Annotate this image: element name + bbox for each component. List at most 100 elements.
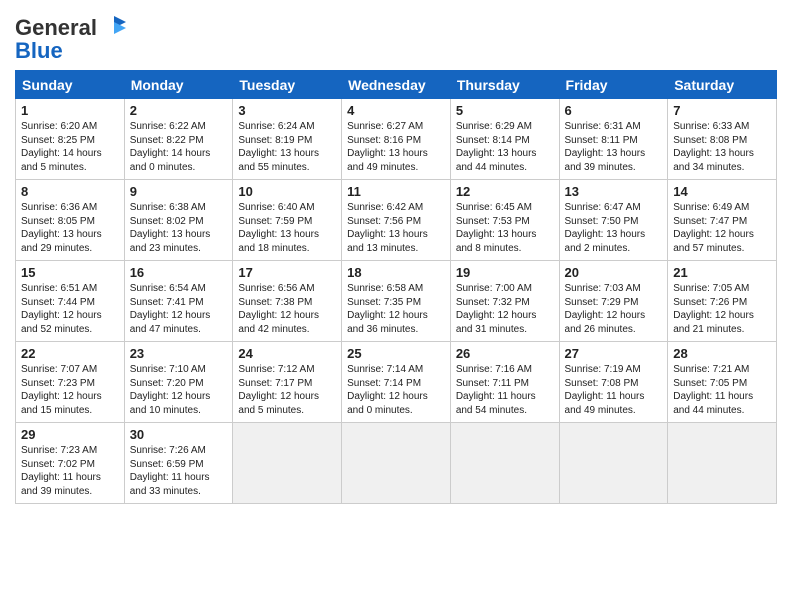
calendar-cell: 16Sunrise: 6:54 AMSunset: 7:41 PMDayligh… — [124, 261, 233, 342]
day-number: 19 — [456, 265, 554, 280]
day-info: Sunrise: 6:33 AMSunset: 8:08 PMDaylight:… — [673, 120, 771, 174]
day-number: 24 — [238, 346, 336, 361]
day-number: 1 — [21, 103, 119, 118]
calendar-cell — [233, 423, 342, 504]
day-info: Sunrise: 7:19 AMSunset: 7:08 PMDaylight:… — [565, 363, 663, 417]
calendar-cell: 5 Sunrise: 6:29 AMSunset: 8:14 PMDaylight… — [450, 99, 559, 180]
day-info: Sunrise: 6:47 AMSunset: 7:50 PMDaylight:… — [565, 201, 663, 255]
calendar-cell: 10Sunrise: 6:40 AMSunset: 7:59 PMDayligh… — [233, 180, 342, 261]
calendar-cell: 28 Sunrise: 7:21 AMSunset: 7:05 PMDayligh… — [668, 342, 777, 423]
calendar-cell: 27Sunrise: 7:19 AMSunset: 7:08 PMDayligh… — [559, 342, 668, 423]
calendar-cell: 15Sunrise: 6:51 AMSunset: 7:44 PMDayligh… — [16, 261, 125, 342]
day-number: 8 — [21, 184, 119, 199]
day-number: 9 — [130, 184, 228, 199]
day-info: Sunrise: 6:42 AMSunset: 7:56 PMDaylight:… — [347, 201, 445, 255]
weekday-header-friday: Friday — [559, 71, 668, 99]
day-number: 30 — [130, 427, 228, 442]
day-number: 26 — [456, 346, 554, 361]
day-number: 6 — [565, 103, 663, 118]
calendar-cell: 2 Sunrise: 6:22 AMSunset: 8:22 PMDaylight… — [124, 99, 233, 180]
day-info: Sunrise: 6:29 AMSunset: 8:14 PMDaylight:… — [456, 120, 554, 174]
day-info: Sunrise: 6:56 AMSunset: 7:38 PMDaylight:… — [238, 282, 336, 336]
calendar-cell: 30 Sunrise: 7:26 AMSunset: 6:59 PMDayligh… — [124, 423, 233, 504]
day-info: Sunrise: 7:00 AMSunset: 7:32 PMDaylight:… — [456, 282, 554, 336]
day-info: Sunrise: 7:14 AMSunset: 7:14 PMDaylight:… — [347, 363, 445, 417]
day-info: Sunrise: 6:24 AMSunset: 8:19 PMDaylight:… — [238, 120, 336, 174]
day-info: Sunrise: 6:38 AMSunset: 8:02 PMDaylight:… — [130, 201, 228, 255]
day-info: Sunrise: 6:36 AMSunset: 8:05 PMDaylight:… — [21, 201, 119, 255]
calendar-cell: 18 Sunrise: 6:58 AMSunset: 7:35 PMDayligh… — [342, 261, 451, 342]
calendar-week-3: 15Sunrise: 6:51 AMSunset: 7:44 PMDayligh… — [16, 261, 777, 342]
day-number: 29 — [21, 427, 119, 442]
calendar-cell — [559, 423, 668, 504]
calendar-cell: 13Sunrise: 6:47 AMSunset: 7:50 PMDayligh… — [559, 180, 668, 261]
calendar-week-1: 1 Sunrise: 6:20 AMSunset: 8:25 PMDaylight… — [16, 99, 777, 180]
day-number: 17 — [238, 265, 336, 280]
logo-flag-icon — [100, 14, 128, 42]
calendar-cell: 9 Sunrise: 6:38 AMSunset: 8:02 PMDaylight… — [124, 180, 233, 261]
day-info: Sunrise: 6:58 AMSunset: 7:35 PMDaylight:… — [347, 282, 445, 336]
calendar-table: SundayMondayTuesdayWednesdayThursdayFrid… — [15, 70, 777, 504]
calendar-cell: 29 Sunrise: 7:23 AMSunset: 7:02 PMDayligh… — [16, 423, 125, 504]
day-info: Sunrise: 6:54 AMSunset: 7:41 PMDaylight:… — [130, 282, 228, 336]
day-number: 10 — [238, 184, 336, 199]
day-info: Sunrise: 6:49 AMSunset: 7:47 PMDaylight:… — [673, 201, 771, 255]
day-info: Sunrise: 7:16 AMSunset: 7:11 PMDaylight:… — [456, 363, 554, 417]
calendar-cell: 17 Sunrise: 6:56 AMSunset: 7:38 PMDayligh… — [233, 261, 342, 342]
day-info: Sunrise: 6:20 AMSunset: 8:25 PMDaylight:… — [21, 120, 119, 174]
calendar-cell: 7 Sunrise: 6:33 AMSunset: 8:08 PMDaylight… — [668, 99, 777, 180]
day-info: Sunrise: 7:12 AMSunset: 7:17 PMDaylight:… — [238, 363, 336, 417]
calendar-cell — [342, 423, 451, 504]
calendar-cell: 23 Sunrise: 7:10 AMSunset: 7:20 PMDayligh… — [124, 342, 233, 423]
calendar-week-2: 8 Sunrise: 6:36 AMSunset: 8:05 PMDaylight… — [16, 180, 777, 261]
day-number: 20 — [565, 265, 663, 280]
day-number: 28 — [673, 346, 771, 361]
day-number: 7 — [673, 103, 771, 118]
calendar-cell — [450, 423, 559, 504]
weekday-header-tuesday: Tuesday — [233, 71, 342, 99]
day-info: Sunrise: 6:22 AMSunset: 8:22 PMDaylight:… — [130, 120, 228, 174]
day-info: Sunrise: 7:07 AMSunset: 7:23 PMDaylight:… — [21, 363, 119, 417]
day-info: Sunrise: 7:05 AMSunset: 7:26 PMDaylight:… — [673, 282, 771, 336]
weekday-header-saturday: Saturday — [668, 71, 777, 99]
logo: General Blue — [15, 14, 128, 64]
day-info: Sunrise: 7:10 AMSunset: 7:20 PMDaylight:… — [130, 363, 228, 417]
day-number: 4 — [347, 103, 445, 118]
calendar-cell: 21 Sunrise: 7:05 AMSunset: 7:26 PMDayligh… — [668, 261, 777, 342]
day-number: 2 — [130, 103, 228, 118]
calendar-cell: 4Sunrise: 6:27 AMSunset: 8:16 PMDaylight… — [342, 99, 451, 180]
day-number: 23 — [130, 346, 228, 361]
page-header: General Blue — [15, 10, 777, 64]
weekday-header-monday: Monday — [124, 71, 233, 99]
weekday-header-wednesday: Wednesday — [342, 71, 451, 99]
weekday-header-thursday: Thursday — [450, 71, 559, 99]
calendar-cell: 1 Sunrise: 6:20 AMSunset: 8:25 PMDaylight… — [16, 99, 125, 180]
calendar-cell: 3 Sunrise: 6:24 AMSunset: 8:19 PMDaylight… — [233, 99, 342, 180]
calendar-cell: 19 Sunrise: 7:00 AMSunset: 7:32 PMDayligh… — [450, 261, 559, 342]
calendar-week-5: 29 Sunrise: 7:23 AMSunset: 7:02 PMDayligh… — [16, 423, 777, 504]
weekday-header-sunday: Sunday — [16, 71, 125, 99]
day-number: 25 — [347, 346, 445, 361]
day-info: Sunrise: 6:31 AMSunset: 8:11 PMDaylight:… — [565, 120, 663, 174]
day-number: 3 — [238, 103, 336, 118]
day-number: 14 — [673, 184, 771, 199]
day-info: Sunrise: 7:23 AMSunset: 7:02 PMDaylight:… — [21, 444, 119, 498]
calendar-cell: 26 Sunrise: 7:16 AMSunset: 7:11 PMDayligh… — [450, 342, 559, 423]
day-number: 15 — [21, 265, 119, 280]
day-number: 18 — [347, 265, 445, 280]
day-number: 5 — [456, 103, 554, 118]
day-info: Sunrise: 7:03 AMSunset: 7:29 PMDaylight:… — [565, 282, 663, 336]
calendar-cell: 8 Sunrise: 6:36 AMSunset: 8:05 PMDaylight… — [16, 180, 125, 261]
calendar-cell: 12Sunrise: 6:45 AMSunset: 7:53 PMDayligh… — [450, 180, 559, 261]
calendar-cell: 22 Sunrise: 7:07 AMSunset: 7:23 PMDayligh… — [16, 342, 125, 423]
day-number: 21 — [673, 265, 771, 280]
day-number: 11 — [347, 184, 445, 199]
day-info: Sunrise: 7:21 AMSunset: 7:05 PMDaylight:… — [673, 363, 771, 417]
calendar-week-4: 22 Sunrise: 7:07 AMSunset: 7:23 PMDayligh… — [16, 342, 777, 423]
calendar-cell: 20 Sunrise: 7:03 AMSunset: 7:29 PMDayligh… — [559, 261, 668, 342]
day-info: Sunrise: 7:26 AMSunset: 6:59 PMDaylight:… — [130, 444, 228, 498]
day-number: 22 — [21, 346, 119, 361]
calendar-cell: 11 Sunrise: 6:42 AMSunset: 7:56 PMDayligh… — [342, 180, 451, 261]
day-number: 12 — [456, 184, 554, 199]
calendar-cell: 25 Sunrise: 7:14 AMSunset: 7:14 PMDayligh… — [342, 342, 451, 423]
